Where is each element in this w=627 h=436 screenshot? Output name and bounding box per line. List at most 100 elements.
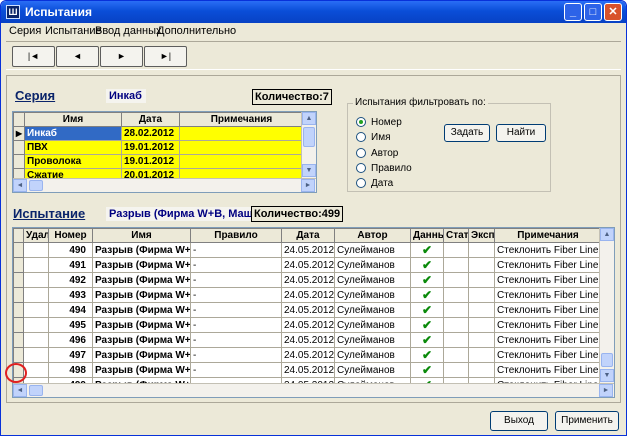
test-cell-note[interactable]: Стеклонить Fiber Line G4 xyxy=(494,362,602,378)
test-row[interactable]: 496 Разрыв (Фирма W+B -24.05.2012 Сулеймано… xyxy=(13,332,602,348)
test-cell-name[interactable]: Разрыв (Фирма W+B xyxy=(92,257,191,273)
test-vscrollbar[interactable]: ▲ ▼ xyxy=(599,228,614,383)
test-cell-rule[interactable]: - xyxy=(190,302,282,318)
test-cell-exp[interactable] xyxy=(468,287,495,303)
test-cell-delete[interactable] xyxy=(23,317,49,333)
test-cell-rule[interactable]: - xyxy=(190,332,282,348)
scroll-left-icon[interactable]: ◄ xyxy=(13,384,27,397)
test-cell-date[interactable]: 24.05.2012 xyxy=(281,362,335,378)
series-hscrollbar[interactable]: ◄ ► xyxy=(13,178,316,192)
radio-icon[interactable] xyxy=(356,132,366,143)
scroll-down-icon[interactable]: ▼ xyxy=(302,164,316,177)
series-cell-name[interactable]: ПВХ xyxy=(24,140,122,155)
test-cell-date[interactable]: 24.05.2012 xyxy=(281,332,335,348)
radio-icon[interactable] xyxy=(356,148,366,159)
series-cell-date[interactable]: 28.02.2012 xyxy=(121,126,180,141)
filter-option-number[interactable]: Номер xyxy=(356,117,402,128)
test-cell-note[interactable]: Стеклонить Fiber Line G4 xyxy=(494,272,602,288)
test-cell-exp[interactable] xyxy=(468,362,495,378)
apply-button[interactable]: Применить xyxy=(555,411,619,431)
test-cell-exp[interactable] xyxy=(468,272,495,288)
test-cell-stat[interactable] xyxy=(443,272,469,288)
test-cell-author[interactable]: Сулейманов xyxy=(334,242,411,258)
test-cell-name[interactable]: Разрыв (Фирма W+B xyxy=(92,287,191,303)
scroll-right-icon[interactable]: ► xyxy=(301,179,315,192)
test-header-note[interactable]: Примечания xyxy=(494,228,602,243)
test-header-name[interactable]: Имя xyxy=(92,228,191,243)
test-cell-number[interactable]: 495 xyxy=(48,317,93,333)
test-cell-author[interactable]: Сулейманов xyxy=(334,347,411,363)
test-cell-name[interactable]: Разрыв (Фирма W+B xyxy=(92,242,191,258)
test-cell-date[interactable]: 24.05.2012 xyxy=(281,347,335,363)
maximize-button[interactable]: □ xyxy=(584,3,602,21)
find-button[interactable]: Найти xyxy=(496,124,546,142)
test-cell-exp[interactable] xyxy=(468,332,495,348)
radio-icon[interactable] xyxy=(356,178,366,189)
test-row[interactable]: 494 Разрыв (Фирма W+B -24.05.2012 Сулеймано… xyxy=(13,302,602,318)
title-bar[interactable]: Ш Испытания _ □ ✕ xyxy=(1,1,626,23)
radio-selected-icon[interactable] xyxy=(356,117,366,128)
test-cell-delete[interactable] xyxy=(23,257,49,273)
test-cell-author[interactable]: Сулейманов xyxy=(334,257,411,273)
series-cell-note[interactable] xyxy=(179,126,304,141)
test-cell-number[interactable]: 492 xyxy=(48,272,93,288)
test-cell-date[interactable]: 24.05.2012 xyxy=(281,242,335,258)
set-filter-button[interactable]: Задать xyxy=(444,124,490,142)
test-cell-rule[interactable]: - xyxy=(190,362,282,378)
test-header-exp[interactable]: Эксп xyxy=(468,228,495,243)
test-hscroll-thumb[interactable] xyxy=(29,385,43,396)
series-row[interactable]: Проволока 19.01.2012 xyxy=(13,154,304,169)
series-cell-note[interactable] xyxy=(179,154,304,169)
test-cell-note[interactable]: Стеклонить Fiber Line G4 xyxy=(494,242,602,258)
series-vscrollbar[interactable]: ▲ ▼ xyxy=(301,112,316,178)
test-cell-author[interactable]: Сулейманов xyxy=(334,272,411,288)
scroll-right-icon[interactable]: ► xyxy=(599,384,613,397)
test-cell-stat[interactable] xyxy=(443,317,469,333)
series-row[interactable]: ▶ Инкаб 28.02.2012 xyxy=(13,126,304,141)
test-cell-delete[interactable] xyxy=(23,362,49,378)
test-cell-note[interactable]: Стеклонить Fiber Line G4 xyxy=(494,347,602,363)
test-cell-stat[interactable] xyxy=(443,332,469,348)
test-cell-rule[interactable]: - xyxy=(190,347,282,363)
series-header-note[interactable]: Примечания xyxy=(179,112,304,127)
test-cell-stat[interactable] xyxy=(443,257,469,273)
filter-option-date[interactable]: Дата xyxy=(356,178,393,189)
test-cell-number[interactable]: 491 xyxy=(48,257,93,273)
test-cell-note[interactable]: Стеклонить Fiber Line G4 xyxy=(494,332,602,348)
menu-additional[interactable]: Дополнительно xyxy=(157,25,236,37)
test-cell-rule[interactable]: - xyxy=(190,272,282,288)
test-cell-exp[interactable] xyxy=(468,302,495,318)
test-cell-delete[interactable] xyxy=(23,287,49,303)
test-cell-rule[interactable]: - xyxy=(190,287,282,303)
test-cell-note[interactable]: Стеклонить Fiber Line G4 xyxy=(494,302,602,318)
test-cell-delete[interactable] xyxy=(23,332,49,348)
test-cell-number[interactable]: 493 xyxy=(48,287,93,303)
test-cell-exp[interactable] xyxy=(468,242,495,258)
test-cell-exp[interactable] xyxy=(468,257,495,273)
test-cell-stat[interactable] xyxy=(443,302,469,318)
test-cell-number[interactable]: 497 xyxy=(48,347,93,363)
test-hscrollbar[interactable]: ◄ ► xyxy=(13,383,614,397)
menu-data-entry[interactable]: Ввод данных xyxy=(95,25,162,37)
test-cell-delete[interactable] xyxy=(23,302,49,318)
radio-icon[interactable] xyxy=(356,163,366,174)
test-row[interactable]: 490 Разрыв (Фирма W+B -24.05.2012 Сулеймано… xyxy=(13,242,602,258)
test-cell-date[interactable]: 24.05.2012 xyxy=(281,302,335,318)
series-header-date[interactable]: Дата xyxy=(121,112,180,127)
scroll-left-icon[interactable]: ◄ xyxy=(13,179,27,192)
test-row[interactable]: 497 Разрыв (Фирма W+B -24.05.2012 Сулеймано… xyxy=(13,347,602,363)
first-record-button[interactable]: |◄ xyxy=(12,46,55,67)
test-cell-note[interactable]: Стеклонить Fiber Line G4 xyxy=(494,257,602,273)
test-cell-delete[interactable] xyxy=(23,347,49,363)
prev-record-button[interactable]: ◄ xyxy=(56,46,99,67)
test-row[interactable]: 495 Разрыв (Фирма W+B -24.05.2012 Сулеймано… xyxy=(13,317,602,333)
test-cell-name[interactable]: Разрыв (Фирма W+B xyxy=(92,272,191,288)
scroll-up-icon[interactable]: ▲ xyxy=(302,112,316,125)
test-header-stat[interactable]: Стат xyxy=(443,228,469,243)
test-cell-stat[interactable] xyxy=(443,362,469,378)
test-cell-rule[interactable]: - xyxy=(190,317,282,333)
test-cell-name[interactable]: Разрыв (Фирма W+B xyxy=(92,347,191,363)
test-cell-number[interactable]: 498 xyxy=(48,362,93,378)
test-row[interactable]: 491 Разрыв (Фирма W+B -24.05.2012 Сулеймано… xyxy=(13,257,602,273)
test-cell-name[interactable]: Разрыв (Фирма W+B xyxy=(92,332,191,348)
